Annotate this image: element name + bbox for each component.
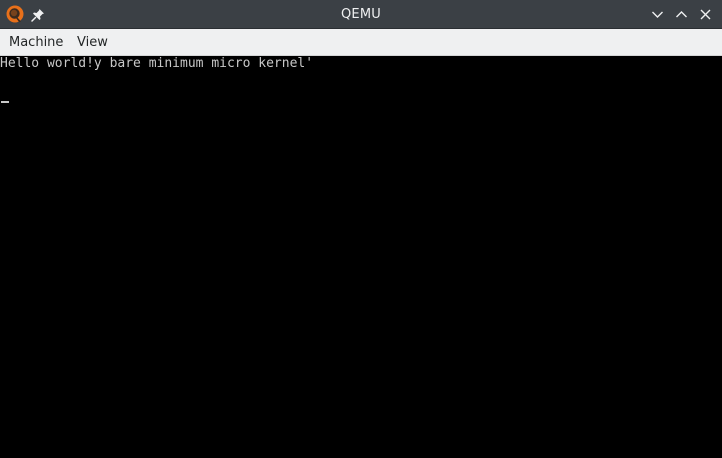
chevron-down-icon	[652, 11, 663, 18]
menu-view[interactable]: View	[77, 35, 108, 50]
text-cursor	[1, 101, 9, 103]
title-bar[interactable]: QEMU	[0, 0, 722, 29]
window-title: QEMU	[341, 7, 381, 22]
menu-machine[interactable]: Machine	[9, 35, 63, 50]
minimize-button[interactable]	[650, 7, 665, 22]
menu-bar: Machine View	[0, 29, 722, 56]
console-line: Hello world!y bare minimum micro kernel'	[0, 56, 314, 71]
chevron-up-icon	[676, 11, 687, 18]
qemu-window: QEMU Machine View Hello world!y bare min…	[0, 0, 722, 458]
maximize-button[interactable]	[674, 7, 689, 22]
close-icon	[700, 9, 711, 20]
close-button[interactable]	[698, 7, 713, 22]
vm-display[interactable]: Hello world!y bare minimum micro kernel'	[0, 56, 722, 458]
